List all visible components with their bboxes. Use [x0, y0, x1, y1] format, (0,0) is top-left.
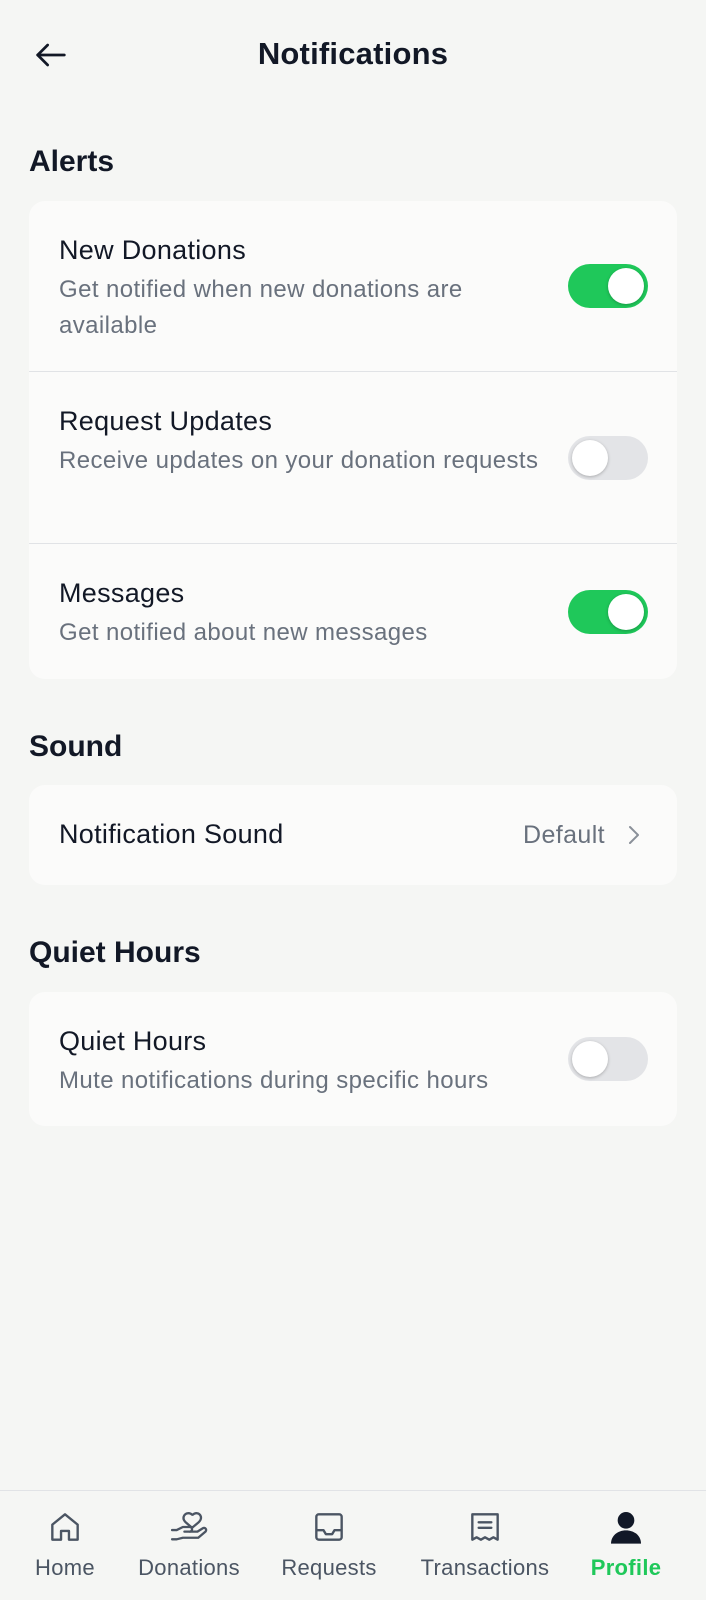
receipt-icon: [465, 1507, 505, 1547]
setting-title: Messages: [59, 578, 185, 608]
notification-sound-row[interactable]: Notification Sound Default: [29, 785, 677, 885]
nav-item-requests[interactable]: Requests: [272, 1491, 386, 1600]
nav-item-transactions[interactable]: Transactions: [413, 1491, 557, 1600]
setting-description: Receive updates on your donation request…: [59, 447, 539, 474]
setting-title: New Donations: [59, 235, 246, 265]
setting-row-messages: Messages Get notified about new messages: [29, 544, 677, 679]
sound-card: Notification Sound Default: [29, 785, 677, 885]
nav-label: Profile: [590, 1555, 662, 1580]
nav-item-donations[interactable]: Donations: [128, 1491, 250, 1600]
section-title-quiet-hours: Quiet Hours: [29, 936, 201, 969]
setting-description: Get notified when new donations are avai…: [59, 276, 463, 339]
setting-title: Notification Sound: [59, 819, 284, 849]
nav-item-profile[interactable]: Profile: [578, 1491, 674, 1600]
chevron-right-icon: [623, 823, 643, 847]
nav-label: Home: [35, 1555, 95, 1580]
user-icon: [606, 1507, 646, 1547]
quiet-hours-toggle[interactable]: [568, 1037, 648, 1081]
section-title-sound: Sound: [29, 730, 123, 763]
home-icon: [45, 1507, 85, 1547]
setting-row-new-donations: New Donations Get notified when new dona…: [29, 201, 677, 372]
setting-row-request-updates: Request Updates Receive updates on your …: [29, 372, 677, 544]
new-donations-toggle[interactable]: [568, 264, 648, 308]
notifications-screen: Notifications Alerts New Donations Get n…: [0, 0, 706, 1600]
donation-hand-icon: [169, 1507, 209, 1547]
messages-toggle[interactable]: [568, 590, 648, 634]
page-title: Notifications: [257, 36, 449, 71]
toggle-knob: [572, 1041, 608, 1077]
nav-item-home[interactable]: Home: [17, 1491, 113, 1600]
setting-description: Mute notifications during specific hours: [59, 1067, 489, 1094]
nav-label: Donations: [138, 1555, 240, 1580]
quiet-hours-card: Quiet Hours Mute notifications during sp…: [29, 992, 677, 1126]
toggle-knob: [608, 594, 644, 630]
setting-title: Quiet Hours: [59, 1026, 207, 1056]
toggle-knob: [572, 440, 608, 476]
inbox-icon: [309, 1507, 349, 1547]
setting-row-quiet-hours: Quiet Hours Mute notifications during sp…: [29, 992, 677, 1126]
nav-label: Requests: [281, 1555, 377, 1580]
section-title-alerts: Alerts: [29, 145, 115, 178]
nav-label: Transactions: [420, 1555, 550, 1580]
top-app-bar: Notifications: [0, 0, 706, 110]
notification-sound-value: Default: [522, 821, 605, 849]
alerts-card: New Donations Get notified when new dona…: [29, 201, 677, 679]
bottom-navigation: Home Donations Requests Transactions Pro…: [0, 1490, 706, 1600]
setting-description: Get notified about new messages: [59, 619, 428, 646]
setting-title: Request Updates: [59, 406, 273, 436]
toggle-knob: [608, 268, 644, 304]
request-updates-toggle[interactable]: [568, 436, 648, 480]
